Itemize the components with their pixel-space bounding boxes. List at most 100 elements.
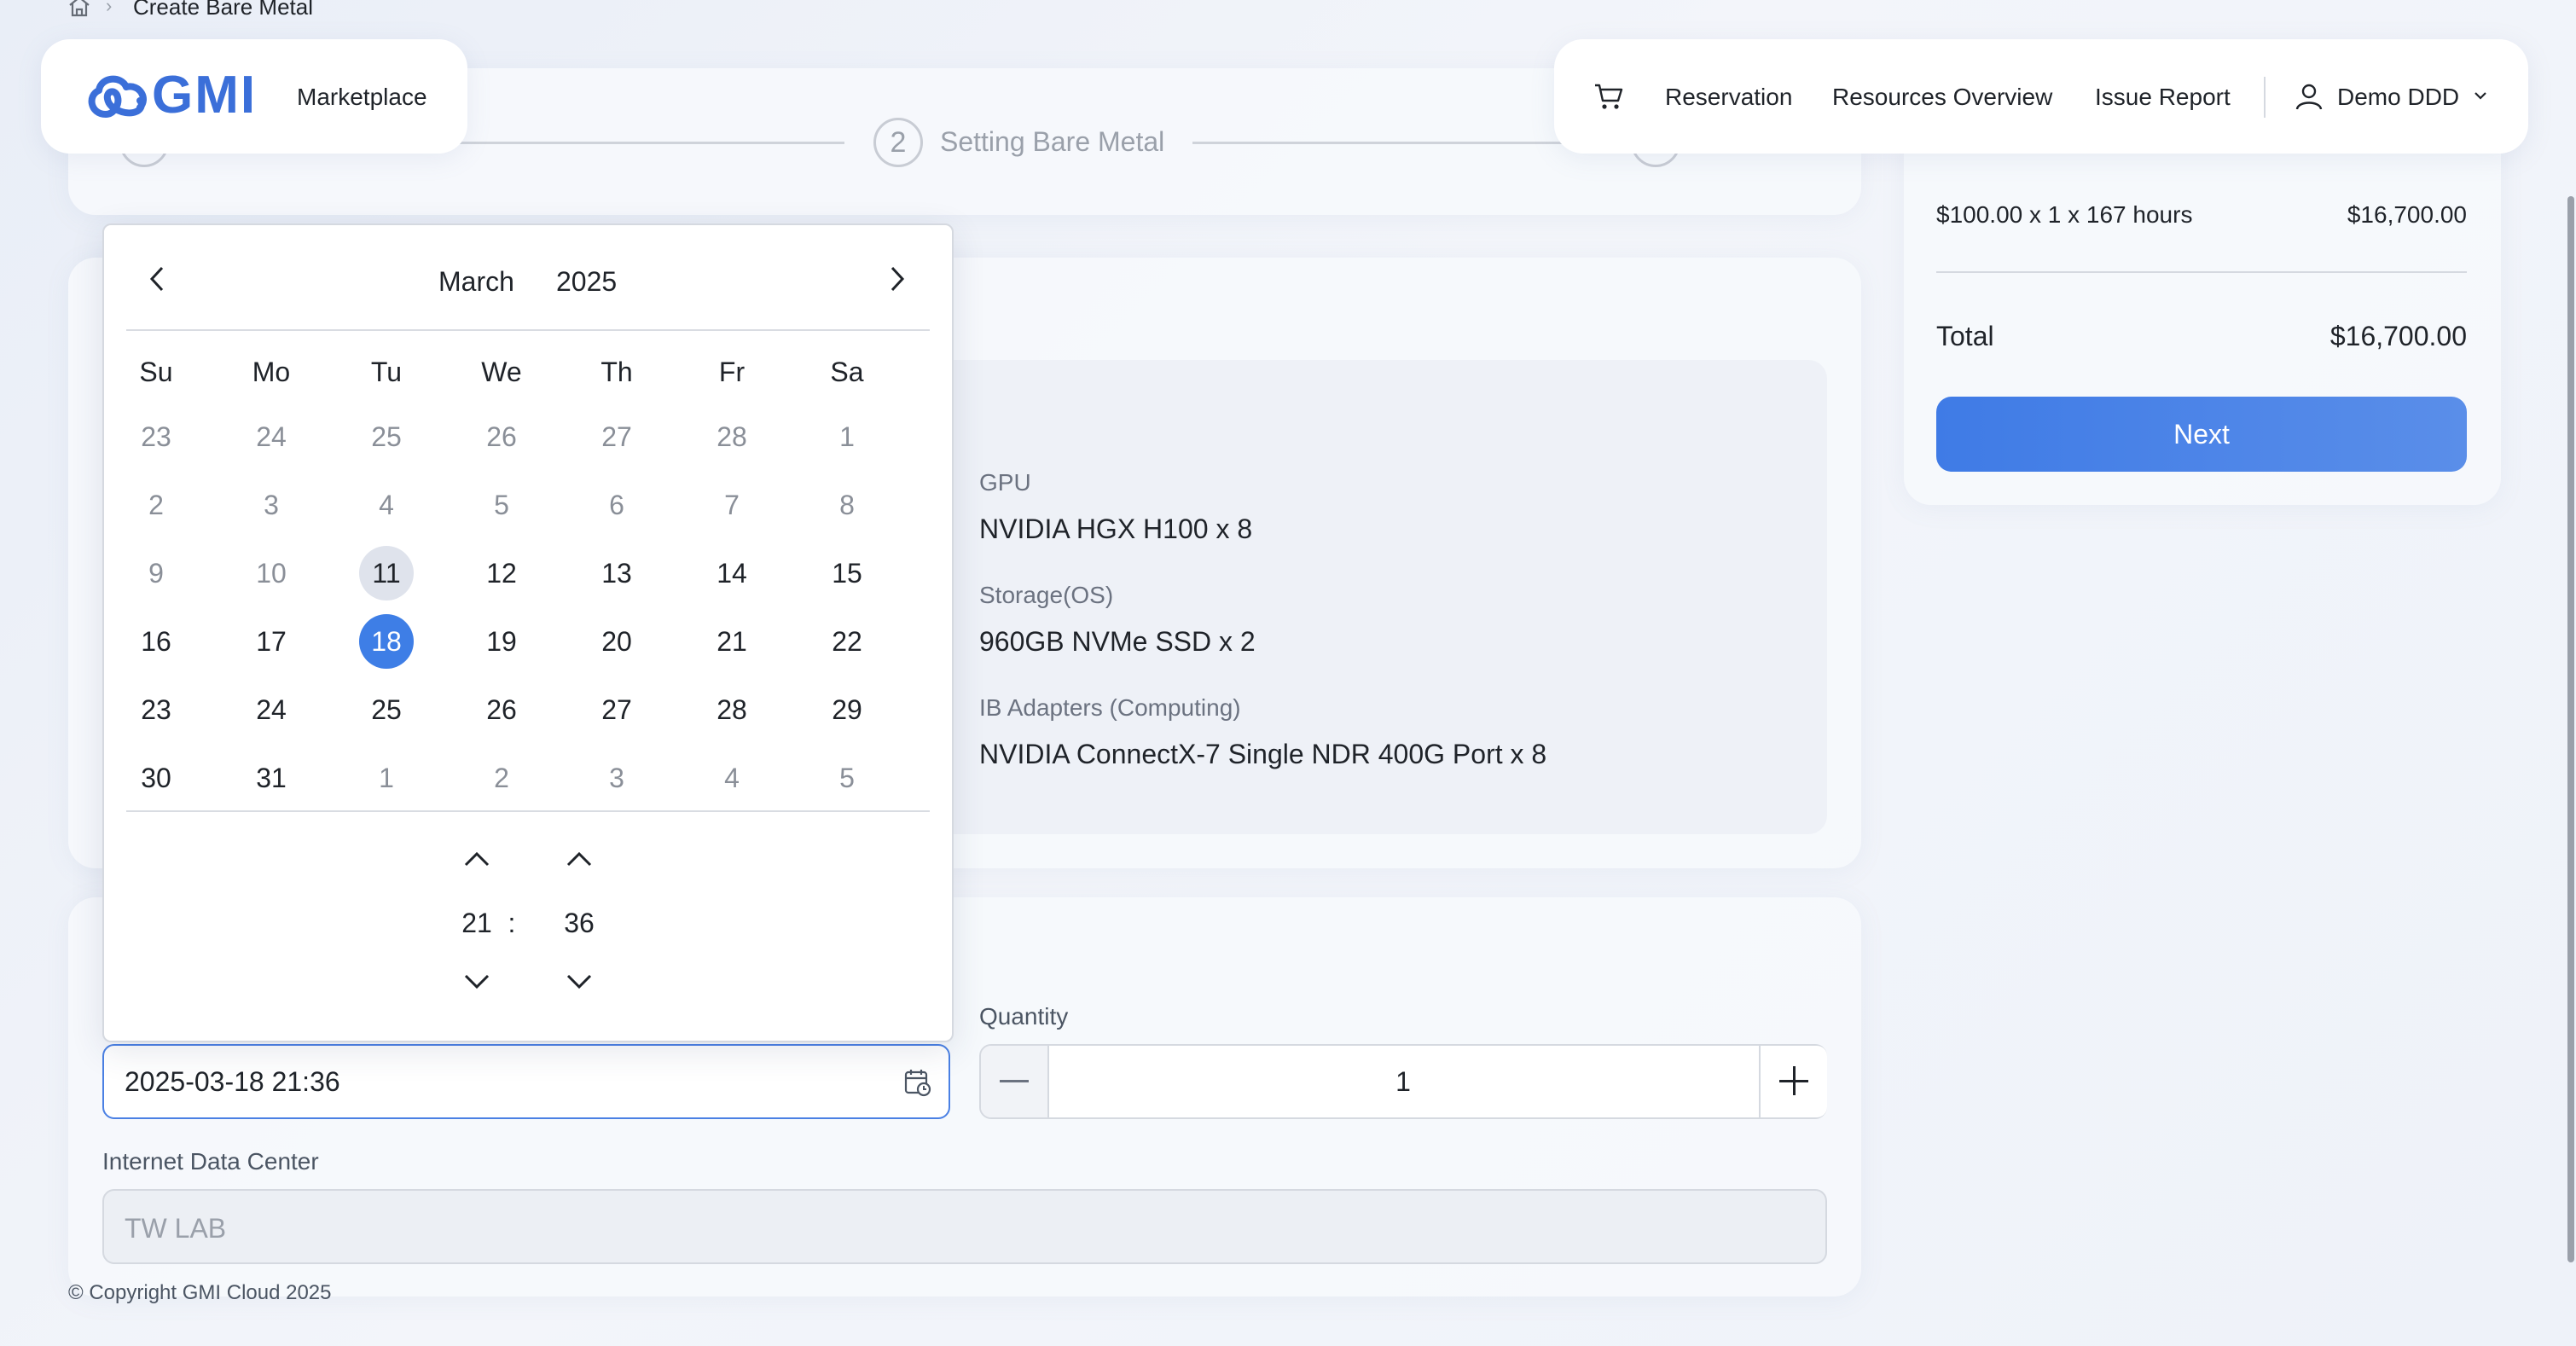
nav-pill: Reservation Resources Overview Issue Rep… bbox=[1554, 39, 2528, 154]
calendar-day[interactable]: 1 bbox=[820, 409, 874, 464]
calendar-day[interactable]: 18 bbox=[359, 614, 414, 669]
calendar-day[interactable]: 20 bbox=[589, 614, 644, 669]
calendar-day[interactable]: 15 bbox=[820, 546, 874, 600]
quantity-label: Quantity bbox=[979, 1003, 1069, 1030]
calendar-day[interactable]: 8 bbox=[820, 478, 874, 532]
gmi-logo[interactable] bbox=[80, 70, 155, 121]
step-2-label: Setting Bare Metal bbox=[940, 126, 1165, 157]
hour-up-button[interactable] bbox=[462, 850, 491, 868]
calendar-time-divider bbox=[126, 810, 930, 812]
calendar-year[interactable]: 2025 bbox=[556, 266, 617, 298]
time-separator: : bbox=[508, 908, 516, 938]
marketplace-link[interactable]: Marketplace bbox=[297, 84, 427, 111]
calendar-day[interactable]: 30 bbox=[129, 751, 183, 805]
calendar-day[interactable]: 26 bbox=[474, 409, 529, 464]
calendar-day[interactable]: 4 bbox=[359, 478, 414, 532]
weekday-tu: Tu bbox=[370, 357, 403, 387]
hour-down-button[interactable] bbox=[462, 972, 491, 991]
datetime-input[interactable]: 2025-03-18 21:36 bbox=[102, 1044, 950, 1119]
calendar-day[interactable]: 4 bbox=[705, 751, 759, 805]
calendar-month[interactable]: March bbox=[438, 266, 514, 298]
calendar-day[interactable]: 31 bbox=[244, 751, 299, 805]
idc-value: TW LAB bbox=[125, 1213, 227, 1244]
minute-value[interactable]: 36 bbox=[554, 908, 605, 939]
calendar-day[interactable]: 19 bbox=[474, 614, 529, 669]
weekday-sa: Sa bbox=[830, 357, 864, 387]
step-line-2 bbox=[1192, 142, 1619, 144]
calendar-day[interactable]: 24 bbox=[244, 409, 299, 464]
calendar-day[interactable]: 17 bbox=[244, 614, 299, 669]
calendar-day[interactable]: 13 bbox=[589, 546, 644, 600]
calendar-day[interactable]: 27 bbox=[589, 409, 644, 464]
page-scrollbar[interactable] bbox=[2567, 196, 2574, 1262]
calendar-clock-icon[interactable] bbox=[904, 1068, 931, 1097]
calendar-day[interactable]: 3 bbox=[244, 478, 299, 532]
user-icon[interactable] bbox=[2295, 82, 2324, 111]
calendar-day[interactable]: 6 bbox=[589, 478, 644, 532]
calendar-day[interactable]: 25 bbox=[359, 409, 414, 464]
calendar-header-divider bbox=[126, 329, 930, 331]
calendar-day[interactable]: 29 bbox=[820, 682, 874, 737]
cart-icon[interactable] bbox=[1593, 82, 1624, 111]
user-name[interactable]: Demo DDD bbox=[2337, 84, 2459, 111]
spec-gpu-label: GPU bbox=[979, 469, 1031, 496]
chevron-down-icon[interactable] bbox=[2472, 87, 2489, 104]
calendar-day[interactable]: 2 bbox=[129, 478, 183, 532]
minus-icon bbox=[1000, 1080, 1029, 1082]
chevron-right-icon: › bbox=[106, 0, 113, 16]
calendar-day[interactable]: 7 bbox=[705, 478, 759, 532]
calendar-day[interactable]: 28 bbox=[705, 682, 759, 737]
price-divider bbox=[1936, 271, 2467, 273]
idc-label: Internet Data Center bbox=[102, 1148, 319, 1175]
weekday-su: Su bbox=[139, 357, 173, 387]
spec-storage-value: 960GB NVMe SSD x 2 bbox=[979, 626, 1256, 657]
calendar-day[interactable]: 28 bbox=[705, 409, 759, 464]
calendar-day[interactable]: 5 bbox=[820, 751, 874, 805]
calendar-day[interactable]: 26 bbox=[474, 682, 529, 737]
calendar-day[interactable]: 14 bbox=[705, 546, 759, 600]
calendar-day[interactable]: 21 bbox=[705, 614, 759, 669]
calendar-day[interactable]: 10 bbox=[244, 546, 299, 600]
calendar-day[interactable]: 11 bbox=[359, 546, 414, 600]
prev-month-button[interactable] bbox=[148, 264, 167, 293]
next-button[interactable]: Next bbox=[1936, 397, 2467, 472]
nav-resources-overview[interactable]: Resources Overview bbox=[1832, 84, 2052, 111]
spec-ib-label: IB Adapters (Computing) bbox=[979, 694, 1241, 721]
datetime-value: 2025-03-18 21:36 bbox=[125, 1066, 340, 1097]
calendar-day[interactable]: 25 bbox=[359, 682, 414, 737]
weekday-mo: Mo bbox=[252, 357, 291, 387]
price-line-amount: $16,700.00 bbox=[2347, 201, 2467, 228]
quantity-increment-button[interactable] bbox=[1759, 1046, 1827, 1117]
home-icon[interactable] bbox=[67, 0, 92, 17]
calendar-day[interactable]: 22 bbox=[820, 614, 874, 669]
quantity-input[interactable]: 1 bbox=[1049, 1066, 1757, 1098]
idc-field: TW LAB bbox=[102, 1189, 1827, 1264]
calendar-day[interactable]: 23 bbox=[129, 409, 183, 464]
spec-storage-label: Storage(OS) bbox=[979, 582, 1114, 608]
weekday-th: Th bbox=[600, 357, 633, 387]
nav-reservation[interactable]: Reservation bbox=[1665, 84, 1792, 111]
calendar-day[interactable]: 16 bbox=[129, 614, 183, 669]
nav-issue-report[interactable]: Issue Report bbox=[2095, 84, 2231, 111]
calendar-day[interactable]: 23 bbox=[129, 682, 183, 737]
calendar-day[interactable]: 9 bbox=[129, 546, 183, 600]
minute-down-button[interactable] bbox=[565, 972, 594, 991]
calendar-day[interactable]: 2 bbox=[474, 751, 529, 805]
price-line-item: $100.00 x 1 x 167 hours bbox=[1936, 201, 2193, 228]
calendar-day[interactable]: 24 bbox=[244, 682, 299, 737]
calendar-day[interactable]: 27 bbox=[589, 682, 644, 737]
calendar-day[interactable]: 5 bbox=[474, 478, 529, 532]
brand-pill: GMI Marketplace bbox=[41, 39, 467, 154]
calendar-day[interactable]: 3 bbox=[589, 751, 644, 805]
hour-value[interactable]: 21 bbox=[451, 908, 502, 939]
calendar-day[interactable]: 12 bbox=[474, 546, 529, 600]
step-2-circle: 2 bbox=[873, 118, 923, 167]
next-month-button[interactable] bbox=[887, 264, 906, 293]
minute-up-button[interactable] bbox=[565, 850, 594, 868]
spec-gpu-value: NVIDIA HGX H100 x 8 bbox=[979, 513, 1253, 544]
total-amount: $16,700.00 bbox=[2329, 321, 2467, 351]
footer-copyright: © Copyright GMI Cloud 2025 bbox=[68, 1281, 332, 1304]
calendar-day[interactable]: 1 bbox=[359, 751, 414, 805]
quantity-decrement-button[interactable] bbox=[981, 1046, 1049, 1117]
breadcrumb-current: Create Bare Metal bbox=[133, 0, 313, 20]
